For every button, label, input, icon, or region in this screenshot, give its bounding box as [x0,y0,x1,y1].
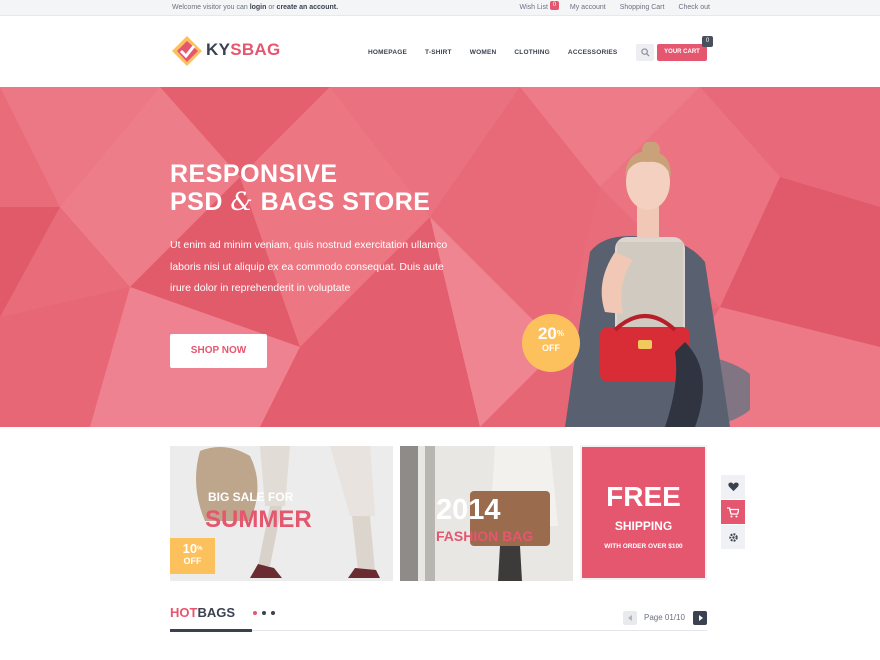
welcome-message: Welcome visitor you can login or create … [172,4,338,11]
hot-bags-title-hot: HOT [170,605,198,620]
welcome-text: Welcome visitor you can [172,4,248,11]
sale-percent-symbol: % [556,329,565,338]
login-link[interactable]: login [250,4,267,11]
b1-percent-symbol: % [197,546,203,552]
side-toolbar [721,475,745,550]
my-account-link[interactable]: My account [570,4,606,11]
wishlist-count-badge: 0 [549,1,559,10]
big-sale-text: BIG SALE FOR [208,490,294,504]
page-indicator: Page 01/10 [644,613,685,622]
logo-text-ky: KY [206,40,231,59]
hero-title-psd: PSD [170,188,223,216]
nav-tshirt[interactable]: T-SHIRT [425,49,452,56]
next-page-button[interactable] [693,611,707,625]
carousel-dots [253,611,275,615]
year-2014-text: 2014 [436,494,501,526]
b1-percent-value: 10 [182,541,198,556]
hero-title-amp: & [230,187,254,216]
sale-percent: 20% [522,325,580,343]
summer-text: SUMMER [205,506,312,533]
logo-text-sbag: SBAG [230,40,281,59]
hot-bags-title: HOTBAGS [170,605,235,620]
order-over-text: WITH ORDER OVER $100 [604,543,683,550]
chevron-right-icon [698,615,703,621]
top-bar: Welcome visitor you can login or create … [0,0,880,16]
cart-icon [727,506,739,517]
main-nav: HOMEPAGE T-SHIRT WOMEN CLOTHING ACCESSOR… [368,49,635,56]
hero-description: Ut enim ad minim veniam, quis nostrud ex… [170,239,448,294]
fashion-bag-text: FASHION BAG [436,528,534,544]
search-button[interactable] [636,44,654,61]
carousel-dot-1[interactable] [253,611,257,615]
carousel-dot-3[interactable] [271,611,275,615]
header: KYSBAG HOMEPAGE T-SHIRT WOMEN CLOTHING A… [0,17,880,87]
logo-icon [171,35,202,66]
section-divider-accent [170,629,252,632]
summer-sale-banner[interactable]: BIG SALE FOR SUMMER 10% OFF [170,446,393,581]
cart-count-badge: 0 [702,36,713,47]
model-with-bag-image [565,142,750,427]
or-text: or [268,4,275,11]
nav-homepage[interactable]: HOMEPAGE [368,49,407,56]
hero-banner: RESPONSIVE PSD & BAGS STORE Ut enim ad m… [0,87,880,427]
checkout-link[interactable]: Check out [678,4,710,11]
top-links: Wish List 0 My account Shopping Cart Che… [519,1,710,11]
b1-off-label: OFF [183,556,202,566]
nav-women[interactable]: WOMEN [470,49,497,56]
nav-clothing[interactable]: CLOTHING [514,49,550,56]
hero-title-line1: RESPONSIVE [170,160,338,188]
shipping-text: SHIPPING [614,519,673,533]
wishlist-label: Wish List [519,4,548,11]
hero-title: RESPONSIVE PSD & BAGS STORE [170,160,430,216]
cart-tool-button[interactable] [721,500,745,524]
sale-off-label: OFF [542,343,560,353]
hot-bags-title-bags: BAGS [197,605,236,620]
nav-accessories[interactable]: ACCESSORIES [568,49,618,56]
heart-icon [727,482,739,492]
shopping-cart-link[interactable]: Shopping Cart [620,4,665,11]
hero-title-line2: PSD & BAGS STORE [170,187,431,217]
search-icon [640,48,650,57]
b1-percent: 10% [170,542,215,556]
shop-now-button[interactable]: SHOP NOW [170,334,267,368]
your-cart-button[interactable]: YOUR CART [657,44,707,61]
free-text: FREE [606,481,681,512]
sale-percent-value: 20 [537,324,557,343]
wishlist-tool-button[interactable] [721,475,745,499]
carousel-dot-2[interactable] [262,611,266,615]
logo-text: KYSBAG [206,40,281,60]
create-account-link[interactable]: create an account. [277,4,338,11]
sale-10-off-badge: 10% OFF [170,538,215,574]
gear-icon [728,532,738,542]
wishlist-link[interactable]: Wish List 0 [519,1,559,11]
fashion-bag-banner[interactable]: 2014 FASHION BAG [400,446,573,581]
free-shipping-banner[interactable]: FREE SHIPPING WITH ORDER OVER $100 [580,445,707,580]
chevron-left-icon [627,615,632,621]
logo[interactable]: KYSBAG [171,35,281,66]
settings-tool-button[interactable] [721,525,745,549]
prev-page-button[interactable] [623,611,637,625]
hero-title-rest: BAGS STORE [260,188,431,216]
sale-20-off-badge: 20% OFF [522,314,580,372]
